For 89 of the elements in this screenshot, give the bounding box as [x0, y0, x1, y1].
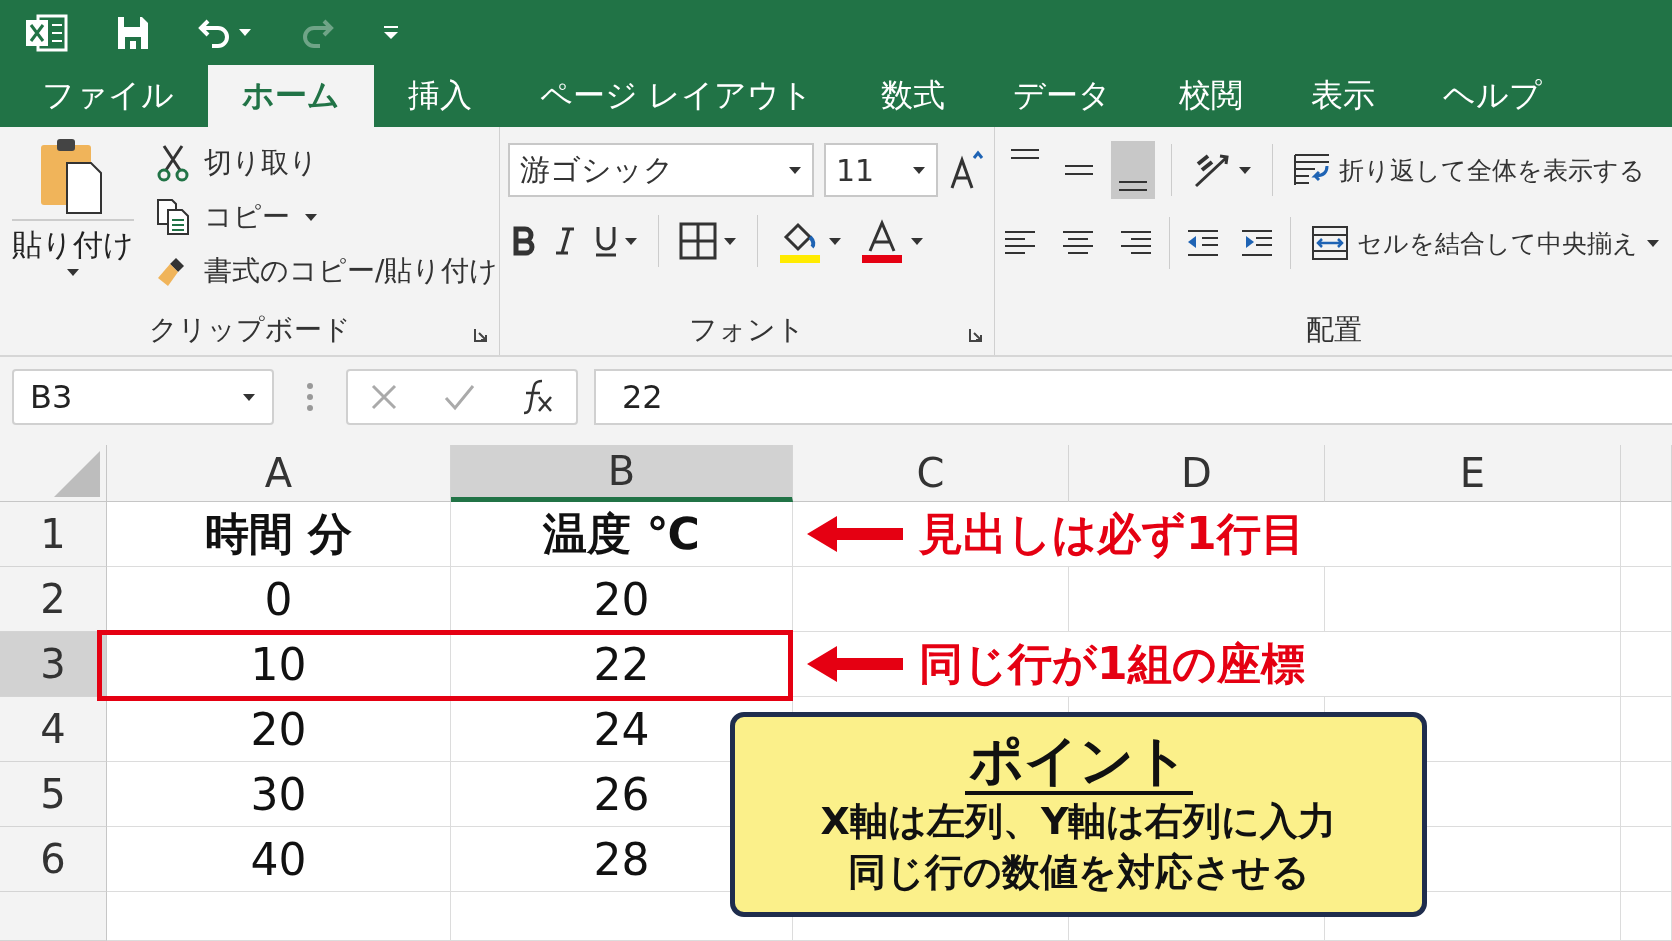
- table-cell: 時間 分: [107, 502, 451, 567]
- scissors-icon: [156, 144, 190, 182]
- ribbon-tab[interactable]: 数式: [847, 65, 980, 127]
- table-cell: 20: [107, 697, 451, 762]
- arrow-icon: [807, 644, 903, 684]
- group-label: クリップボード: [148, 312, 351, 348]
- table-cell: 10: [107, 632, 451, 697]
- increase-indent-icon[interactable]: [1240, 228, 1274, 258]
- group-label: フォント: [689, 312, 805, 348]
- ribbon-tab[interactable]: 挿入: [374, 65, 506, 127]
- vertical-align-button[interactable]: [1111, 141, 1155, 199]
- row-header[interactable]: 3: [0, 632, 107, 697]
- table-cell: 40: [107, 827, 451, 892]
- ribbon-tab[interactable]: ページ レイアウト: [506, 65, 848, 127]
- empty-cell: [1621, 827, 1672, 892]
- font-name-field[interactable]: 游ゴシック: [508, 143, 814, 197]
- dialog-launcher-icon[interactable]: [473, 327, 489, 343]
- name-box[interactable]: B3: [12, 369, 274, 425]
- column-header[interactable]: B: [451, 445, 793, 502]
- copy-button[interactable]: コピー: [152, 193, 503, 241]
- bold-icon: [512, 226, 536, 256]
- column-header[interactable]: A: [107, 445, 451, 502]
- caret-icon: [788, 165, 802, 175]
- column-header[interactable]: D: [1069, 445, 1325, 502]
- ribbon-tab[interactable]: データ: [979, 65, 1146, 127]
- format-painter-button[interactable]: 書式のコピー/貼り付け: [152, 247, 503, 295]
- column-header[interactable]: E: [1325, 445, 1621, 502]
- ribbon-tab[interactable]: ヘルプ: [1409, 65, 1577, 127]
- table-cell: 0: [107, 567, 451, 632]
- caret-icon[interactable]: [238, 28, 252, 37]
- caret-icon: [723, 236, 737, 246]
- underline-icon: [594, 225, 618, 257]
- annotation-text: 見出しは必ず1行目: [919, 506, 1305, 561]
- row-header[interactable]: 1: [0, 502, 107, 567]
- ribbon-tab[interactable]: 校閲: [1145, 65, 1278, 127]
- save-icon[interactable]: [116, 14, 150, 51]
- italic-icon: [554, 226, 576, 256]
- caret-icon: [912, 165, 926, 175]
- wrap-text-icon: [1293, 152, 1331, 188]
- excel-logo-icon[interactable]: [24, 12, 68, 53]
- row-header[interactable]: 2: [0, 567, 107, 632]
- caret-icon: [910, 236, 924, 246]
- caret-icon: [1238, 165, 1252, 175]
- caret-icon: [1646, 238, 1660, 248]
- more-options-icon[interactable]: [306, 382, 314, 412]
- callout-text: 同じ行の数値を対応させる: [847, 849, 1310, 897]
- ribbon-tab[interactable]: ファイル: [8, 65, 208, 127]
- empty-cell: [1621, 762, 1672, 827]
- merge-cells-icon: [1311, 225, 1349, 261]
- row-header[interactable]: 4: [0, 697, 107, 762]
- customize-toolbar-icon[interactable]: [382, 24, 400, 41]
- table-cell: 温度 ℃: [451, 502, 793, 567]
- font-size-field[interactable]: 11: [824, 143, 938, 197]
- callout-title: ポイント: [964, 731, 1193, 795]
- dialog-launcher-icon[interactable]: [968, 327, 984, 343]
- check-icon[interactable]: [443, 383, 475, 411]
- caret-icon: [624, 236, 638, 246]
- group-label: 配置: [1305, 312, 1362, 348]
- formula-field[interactable]: 22: [594, 369, 1672, 425]
- align-lines-icon: [1064, 165, 1094, 175]
- table-cell: 20: [451, 567, 793, 632]
- align-lines-icon: [1010, 149, 1040, 159]
- row-header[interactable]: 5: [0, 762, 107, 827]
- caret-icon: [304, 212, 318, 222]
- callout-text: X軸は左列、Y軸は右列に入力: [820, 797, 1337, 845]
- row-header[interactable]: 6: [0, 827, 107, 892]
- annotation-text: 同じ行が1組の座標: [919, 636, 1305, 691]
- merge-center-button[interactable]: セルを結合して中央揃え: [1307, 219, 1664, 267]
- wrap-text-button[interactable]: 折り返して全体を表示する: [1289, 146, 1649, 194]
- empty-cell: [1621, 892, 1672, 941]
- decrease-indent-icon[interactable]: [1186, 228, 1220, 258]
- copy-icon: [156, 198, 190, 236]
- cut-button[interactable]: 切り取り: [152, 139, 503, 187]
- column-header[interactable]: C: [793, 445, 1069, 502]
- paste-button[interactable]: 貼り付け: [8, 137, 138, 311]
- arrow-icon: [807, 514, 903, 554]
- ribbon-tab[interactable]: ホーム: [208, 65, 374, 127]
- align-lines-icon: [1118, 181, 1148, 191]
- empty-cell: [1621, 567, 1672, 632]
- ribbon-tab[interactable]: 表示: [1277, 65, 1410, 127]
- font-color-icon: [860, 219, 904, 263]
- empty-cell: [1621, 697, 1672, 762]
- caret-icon: [242, 392, 256, 402]
- caret-icon: [66, 268, 80, 277]
- table-cell: 30: [107, 762, 451, 827]
- caret-icon: [828, 236, 842, 246]
- increase-font-size-icon[interactable]: [948, 150, 986, 190]
- table-cell: 22: [451, 632, 793, 697]
- grid-icon: [679, 222, 717, 260]
